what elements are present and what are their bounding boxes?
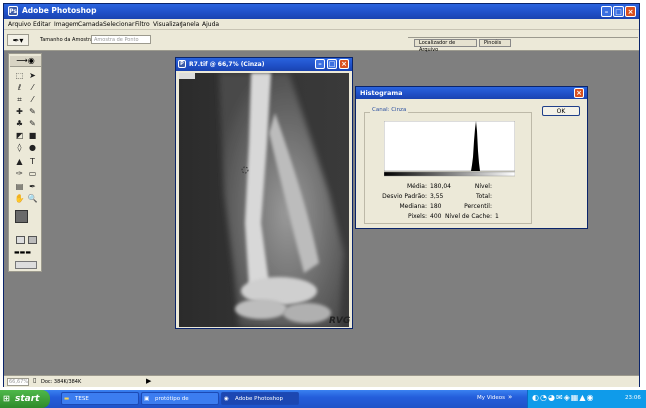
- standard-mode-icon[interactable]: [16, 236, 25, 244]
- status-bar: 66,67% ▯ Doc: 384K/384K ▶: [4, 375, 639, 387]
- histogram-title: Histograma: [360, 89, 403, 97]
- document-icon: P: [178, 60, 186, 68]
- mediana-value: 180: [430, 203, 442, 210]
- menu-editar[interactable]: Editar: [33, 21, 51, 28]
- marquee-tool-icon[interactable]: ⬚: [14, 71, 25, 81]
- tab-pinceis[interactable]: Pincéis: [479, 39, 511, 47]
- histogram-close-button[interactable]: ×: [574, 88, 584, 98]
- zoom-tool-icon[interactable]: 🔍: [27, 194, 38, 204]
- taskbar: ⊞ start ▬TESE ▣protótipo de tese.doc... …: [0, 390, 646, 408]
- total-label: Total:: [475, 193, 492, 200]
- options-bar: ✒▾ Tamanho da Amostra: Amostra de Ponto …: [4, 30, 639, 53]
- blur-tool-icon[interactable]: ◊: [14, 143, 25, 153]
- percentil-label: Percentil:: [464, 203, 492, 210]
- crop-tool-icon[interactable]: ⌗: [14, 95, 25, 105]
- menu-selecionar[interactable]: Selecionar: [103, 21, 134, 28]
- document-title: R7.tif @ 66,7% (Cinza): [189, 61, 265, 68]
- xray-canvas[interactable]: [179, 73, 349, 327]
- photoshop-logo-icon: Ps: [8, 6, 18, 16]
- menu-visualizar[interactable]: Visualizar: [153, 21, 182, 28]
- clone-stamp-tool-icon[interactable]: ♣: [14, 119, 25, 129]
- foreground-color-swatch[interactable]: [15, 210, 28, 223]
- pixels-label: Pixels:: [407, 213, 427, 220]
- menu-bar: Arquivo Editar Imagem Camada Selecionar …: [4, 19, 639, 30]
- doc-minimize-button[interactable]: –: [315, 59, 325, 69]
- menu-janela[interactable]: Janela: [181, 21, 199, 28]
- tray-icons[interactable]: ◐◔◕✉◈▦▲◉: [532, 393, 595, 402]
- doc-maximize-button[interactable]: □: [327, 59, 337, 69]
- app-titlebar[interactable]: Ps Adobe Photoshop – □ ×: [4, 4, 639, 19]
- cache-value: 1: [495, 213, 499, 220]
- my-videos-toolbar[interactable]: My Videos: [477, 395, 505, 401]
- document-titlebar[interactable]: P R7.tif @ 66,7% (Cinza) – □ ×: [176, 58, 352, 71]
- desvio-value: 3,55: [430, 193, 444, 200]
- system-tray: ◐◔◕✉◈▦▲◉ 23:06: [527, 390, 646, 408]
- nivel-label: Nível:: [474, 183, 492, 190]
- menu-camada[interactable]: Camada: [78, 21, 103, 28]
- menu-imagem[interactable]: Imagem: [54, 21, 79, 28]
- doc-size-status: Doc: 384K/384K: [41, 379, 82, 385]
- notes-tool-icon[interactable]: ▤: [14, 182, 25, 192]
- shape-tool-icon[interactable]: ▭: [27, 169, 38, 179]
- histogram-dialog: Histograma × OK Canal: Cinza Média: 180,…: [355, 86, 588, 229]
- magic-wand-tool-icon[interactable]: ⁄: [27, 83, 38, 93]
- maximize-button[interactable]: □: [613, 6, 624, 17]
- quick-mask-mode-icon[interactable]: [28, 236, 37, 244]
- toolbar-expand-icon[interactable]: »: [508, 393, 512, 401]
- history-brush-tool-icon[interactable]: ✎: [27, 119, 38, 129]
- healing-brush-tool-icon[interactable]: ✚: [14, 107, 25, 117]
- app-title: Adobe Photoshop: [22, 6, 97, 15]
- histogram-titlebar[interactable]: Histograma ×: [356, 87, 587, 99]
- doc-close-button[interactable]: ×: [339, 59, 349, 69]
- task-prototipo-de-tese[interactable]: ▣protótipo de tese.doc...: [141, 392, 219, 405]
- mediana-label: Mediana:: [399, 203, 427, 210]
- move-tool-icon[interactable]: ➤: [27, 71, 38, 81]
- eyedropper-tool-preset-icon[interactable]: ✒▾: [7, 34, 29, 46]
- lasso-tool-icon[interactable]: ℓ: [14, 83, 25, 93]
- slice-tool-icon[interactable]: ⁄: [27, 95, 38, 105]
- cache-label: Nível de Cache:: [444, 213, 492, 220]
- folder-icon: ▬: [64, 396, 70, 402]
- sample-size-label: Tamanho da Amostra:: [40, 37, 95, 43]
- brush-tool-icon[interactable]: ✎: [27, 107, 38, 117]
- path-selection-tool-icon[interactable]: ▲: [14, 157, 25, 167]
- toolbox: ⟶◉ ⬚ ➤ ℓ ⁄ ⌗ ⁄ ✚ ✎ ♣ ✎ ◩ ■ ◊ ● ▲ T ✑ ▭ ▤…: [8, 53, 42, 272]
- task-tese[interactable]: ▬ TESE: [61, 392, 139, 405]
- sample-size-select[interactable]: Amostra de Ponto: [91, 35, 151, 44]
- jump-to-imageready-button[interactable]: [15, 261, 37, 269]
- document-window: P R7.tif @ 66,7% (Cinza) – □ × RVG: [175, 57, 353, 329]
- hand-tool-icon[interactable]: ✋: [14, 194, 25, 204]
- type-tool-icon[interactable]: T: [27, 157, 38, 167]
- gradient-tool-icon[interactable]: ■: [27, 131, 38, 141]
- ok-button[interactable]: OK: [542, 106, 580, 116]
- sample-size-value: Amostra de Ponto: [94, 37, 139, 43]
- windows-logo-icon: ⊞: [3, 394, 10, 403]
- rvg-watermark: RVG: [329, 316, 351, 326]
- document-icon: ▯: [33, 377, 37, 384]
- menu-ajuda[interactable]: Ajuda: [202, 21, 219, 28]
- photoshop-task-icon: ◉: [224, 396, 229, 402]
- status-menu-arrow-icon[interactable]: ▶: [146, 377, 151, 385]
- channel-selector[interactable]: Canal: Cinza: [370, 107, 409, 113]
- histogram-graph: [384, 121, 515, 177]
- minimize-button[interactable]: –: [601, 6, 612, 17]
- media-label: Média:: [406, 183, 427, 190]
- close-button[interactable]: ×: [625, 6, 636, 17]
- menu-arquivo[interactable]: Arquivo: [8, 21, 31, 28]
- zoom-field[interactable]: 66,67%: [7, 378, 29, 386]
- menu-filtro[interactable]: Filtro: [135, 21, 150, 28]
- eyedropper-tool-icon[interactable]: ✒: [27, 182, 38, 192]
- toolbox-header-icon: ⟶◉: [10, 56, 41, 67]
- pen-tool-icon[interactable]: ✑: [14, 169, 25, 179]
- start-button[interactable]: ⊞ start: [0, 390, 50, 408]
- eraser-tool-icon[interactable]: ◩: [14, 131, 25, 141]
- task-adobe-photoshop[interactable]: ◉ Adobe Photoshop: [221, 392, 299, 405]
- dodge-tool-icon[interactable]: ●: [27, 143, 38, 153]
- desvio-label: Desvio Padrão:: [382, 193, 427, 200]
- word-document-icon: ▣: [144, 396, 150, 402]
- tab-localizador-de-arquivo[interactable]: Localizador de Arquivo: [414, 39, 477, 53]
- media-value: 180,04: [430, 183, 451, 190]
- screen-mode-icons[interactable]: ▬▬▬: [14, 249, 39, 256]
- clock: 23:06: [625, 395, 641, 401]
